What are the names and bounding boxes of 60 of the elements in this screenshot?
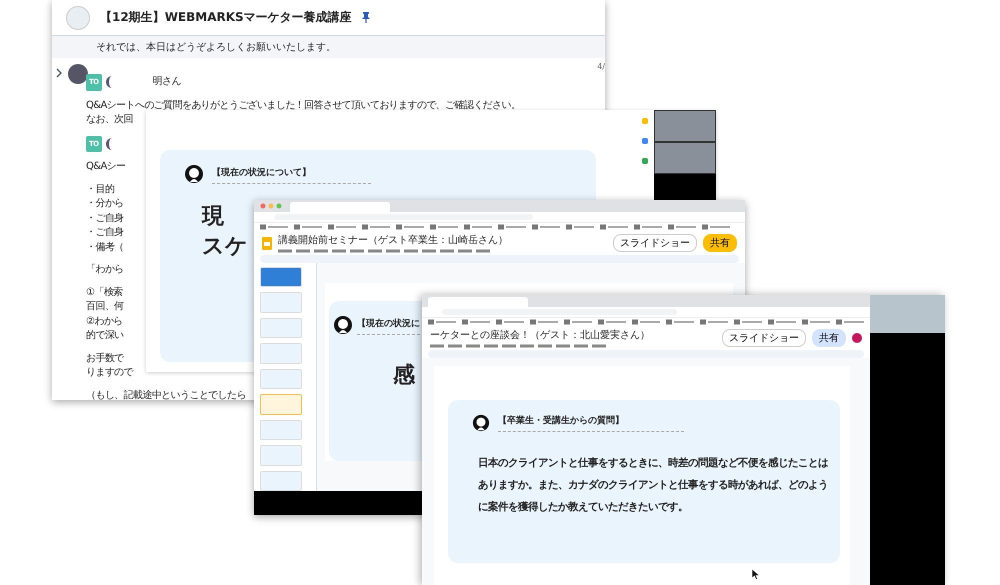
- message-line: お手数で: [86, 352, 124, 366]
- message-date: 4/: [597, 62, 605, 71]
- slide-thumbnail[interactable]: [260, 470, 302, 491]
- question-text: 日本のクライアントと仕事をするときに、時差の問題など不便を感じたことはありますか。また、カナダのクライアントと仕事をする時があれば、どのように案件を獲得したか教えていただきたいです。: [477, 456, 829, 515]
- slide-heading: 【卒業生・受講生からの質問】: [498, 414, 684, 432]
- head-silhouette-icon: [184, 164, 204, 184]
- app-icon[interactable]: [642, 138, 648, 144]
- head-silhouette-icon: [472, 414, 490, 432]
- slide-text: スケ: [202, 233, 248, 261]
- message-line: ・ご自身: [86, 226, 124, 240]
- slideshow-button[interactable]: スライドショー: [613, 234, 697, 252]
- slide-text: 感: [393, 362, 415, 390]
- video-placeholder: [654, 142, 716, 174]
- slide-heading: 【現在の状況について】: [212, 166, 371, 184]
- pin-icon[interactable]: [362, 12, 370, 23]
- recipient-name: 明さん: [152, 75, 181, 89]
- browser-tab[interactable]: [428, 297, 528, 307]
- message-line: ・分から: [86, 197, 124, 211]
- slides-logo-icon: [262, 236, 272, 250]
- message-line: （もし、記載途中ということでしたら: [86, 388, 246, 400]
- account-avatar[interactable]: [852, 333, 862, 343]
- chat-title: 【12期生】WEBMARKSマーケター養成講座: [100, 9, 352, 26]
- document-title: 講義開始前セミナー（ゲスト卒業生：山崎岳さん）: [278, 234, 509, 247]
- slideshow-button[interactable]: スライドショー: [722, 329, 806, 347]
- video-placeholder: [654, 110, 716, 142]
- slide-thumbnail[interactable]: [260, 445, 302, 466]
- message-line: りますので: [86, 366, 134, 380]
- browser-tab[interactable]: [290, 202, 390, 212]
- message-line: 的で深い: [86, 329, 124, 343]
- share-button[interactable]: 共有: [703, 234, 737, 252]
- slide-thumbnail[interactable]: [260, 343, 302, 364]
- message-line: ①「検索: [86, 286, 123, 300]
- chevron-icon[interactable]: [56, 68, 62, 78]
- slide-thumbnail[interactable]: [260, 292, 302, 313]
- head-silhouette-icon: [333, 315, 353, 335]
- message-text: それでは、本日はどうぞよろしくお願いいたします。: [96, 40, 336, 54]
- message-line: Q&Aシートへのご質問をありがとうございました！回答させて頂いておりますので、ご確認ください。: [86, 98, 520, 112]
- message-line: ②わから: [86, 314, 123, 328]
- message-line: ・備考（: [86, 240, 124, 254]
- message-line: なお、次回: [86, 113, 134, 127]
- slide-thumbnail[interactable]: [260, 267, 302, 288]
- slide-thumbnail[interactable]: [260, 318, 302, 338]
- message-line: 百回、何: [86, 300, 124, 314]
- message-line: ・目的: [86, 182, 114, 196]
- group-avatar: [66, 6, 90, 30]
- share-button[interactable]: 共有: [812, 329, 846, 347]
- slide-text: 現: [202, 203, 224, 231]
- slide-heading: 【現在の状況に: [357, 317, 420, 335]
- slide-thumbnail[interactable]: [260, 368, 302, 390]
- document-title: ーケターとの座談会！（ゲスト：北山愛実さん）: [430, 328, 651, 342]
- window-controls-icon: [260, 203, 282, 209]
- cursor-icon: [752, 569, 760, 580]
- message-line: ・ご自身: [86, 212, 124, 226]
- app-icon[interactable]: [642, 158, 648, 164]
- message-line: 「わから: [86, 263, 124, 277]
- app-icon[interactable]: [642, 118, 648, 124]
- slide-thumbnail[interactable]: [260, 394, 302, 415]
- slide-thumbnail[interactable]: [260, 420, 302, 440]
- user-avatar: [68, 64, 88, 84]
- message-line: Q&Aシー: [86, 160, 126, 174]
